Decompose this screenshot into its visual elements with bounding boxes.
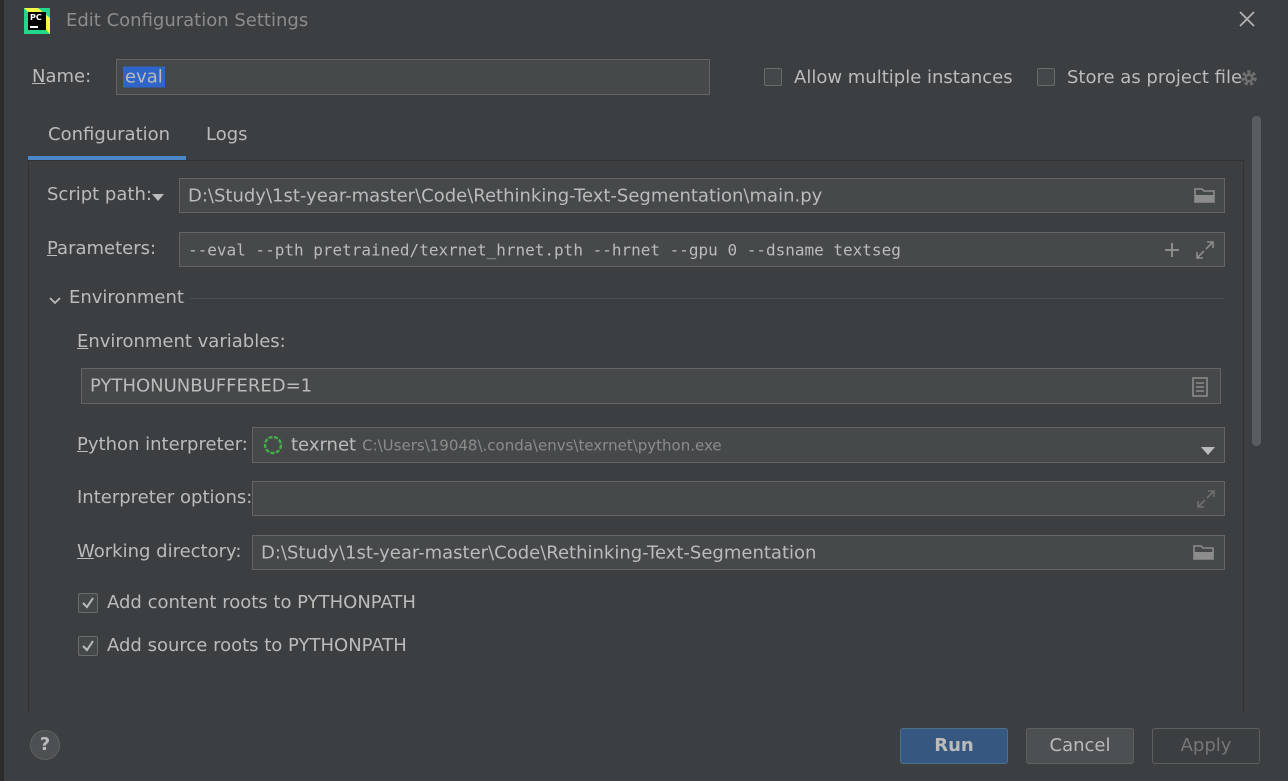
working-dir-input[interactable]: D:\Study\1st-year-master\Code\Rethinking… — [252, 535, 1225, 570]
gear-icon[interactable] — [1238, 67, 1260, 93]
env-vars-value: PYTHONUNBUFFERED=1 — [90, 375, 313, 397]
name-label: Name: — [32, 66, 91, 87]
folder-icon[interactable] — [1193, 543, 1215, 566]
interpreter-select[interactable]: texrnet C:\Users\19048\.conda\envs\texrne… — [252, 427, 1225, 463]
name-label-mnemonic: N — [32, 66, 46, 87]
close-icon[interactable] — [1236, 8, 1258, 30]
document-icon[interactable] — [1192, 377, 1208, 402]
run-button[interactable]: Run — [900, 728, 1008, 764]
expand-icon[interactable] — [1196, 241, 1214, 264]
env-vars-label: Environment variables: — [77, 331, 286, 352]
env-vars-label-mnemonic: E — [77, 331, 89, 352]
name-label-rest: ame: — [45, 66, 92, 87]
working-dir-label-mnemonic: W — [77, 541, 94, 562]
folder-icon[interactable] — [1194, 186, 1216, 209]
help-button[interactable]: ? — [30, 730, 60, 760]
app-icon-text: PC — [30, 13, 42, 22]
expand-icon[interactable] — [1197, 490, 1215, 513]
chevron-down-icon[interactable] — [48, 292, 62, 311]
pycharm-app-icon: PC — [24, 8, 50, 34]
checkmark-icon — [82, 640, 94, 652]
store-as-project-label: Store as project file — [1067, 67, 1243, 88]
vertical-scrollbar[interactable] — [1252, 116, 1261, 446]
parameters-label: Parameters: — [47, 238, 156, 259]
apply-button[interactable]: Apply — [1152, 728, 1260, 764]
environment-separator — [190, 298, 1224, 299]
interp-options-input[interactable] — [252, 481, 1225, 516]
environment-section-label[interactable]: Environment — [69, 287, 184, 308]
parameters-label-mnemonic: P — [47, 238, 58, 259]
interpreter-label-mnemonic: P — [77, 434, 88, 455]
cancel-button[interactable]: Cancel — [1026, 728, 1134, 764]
checkmark-icon — [82, 597, 94, 609]
conda-env-icon — [263, 435, 283, 460]
edit-configuration-dialog: PC Edit Configuration Settings Name: eva… — [4, 0, 1288, 781]
store-as-project-checkbox[interactable] — [1037, 68, 1055, 86]
tab-configuration[interactable]: Configuration — [48, 124, 170, 145]
title-bar: PC Edit Configuration Settings — [4, 0, 1288, 42]
env-vars-label-rest: nvironment variables: — [88, 331, 286, 352]
chevron-down-icon[interactable] — [1201, 440, 1215, 461]
parameters-label-rest: arameters: — [57, 238, 157, 259]
tab-logs[interactable]: Logs — [206, 124, 248, 145]
interpreter-label-rest: ython interpreter: — [87, 434, 248, 455]
parameters-input[interactable]: --eval --pth pretrained/texrnet_hrnet.pt… — [179, 232, 1225, 267]
interpreter-label: Python interpreter: — [77, 434, 248, 455]
interp-options-label: Interpreter options: — [77, 487, 253, 508]
parameters-value: --eval --pth pretrained/texrnet_hrnet.pt… — [188, 240, 901, 259]
allow-multiple-checkbox[interactable] — [764, 68, 782, 86]
source-roots-checkbox[interactable] — [78, 636, 98, 656]
script-type-dropdown-icon[interactable] — [152, 188, 164, 207]
add-icon[interactable] — [1164, 242, 1180, 263]
working-dir-label-rest: orking directory: — [93, 541, 242, 562]
dialog-title: Edit Configuration Settings — [66, 10, 309, 31]
working-dir-value: D:\Study\1st-year-master\Code\Rethinking… — [261, 542, 817, 563]
source-roots-label: Add source roots to PYTHONPATH — [107, 635, 407, 656]
content-roots-label: Add content roots to PYTHONPATH — [107, 592, 416, 613]
interpreter-path: C:\Users\19048\.conda\envs\texrnet\pytho… — [362, 436, 722, 455]
content-roots-checkbox[interactable] — [78, 593, 98, 613]
script-path-input[interactable]: D:\Study\1st-year-master\Code\Rethinking… — [179, 178, 1225, 213]
name-input[interactable]: eval — [116, 59, 710, 95]
script-path-value: D:\Study\1st-year-master\Code\Rethinking… — [188, 185, 823, 206]
working-dir-label: Working directory: — [77, 541, 241, 562]
name-input-value: eval — [123, 66, 165, 88]
interpreter-name: texrnet — [291, 434, 357, 456]
env-vars-input[interactable]: PYTHONUNBUFFERED=1 — [81, 368, 1221, 404]
script-path-label: Script path: — [47, 184, 152, 205]
allow-multiple-label: Allow multiple instances — [794, 67, 1013, 88]
